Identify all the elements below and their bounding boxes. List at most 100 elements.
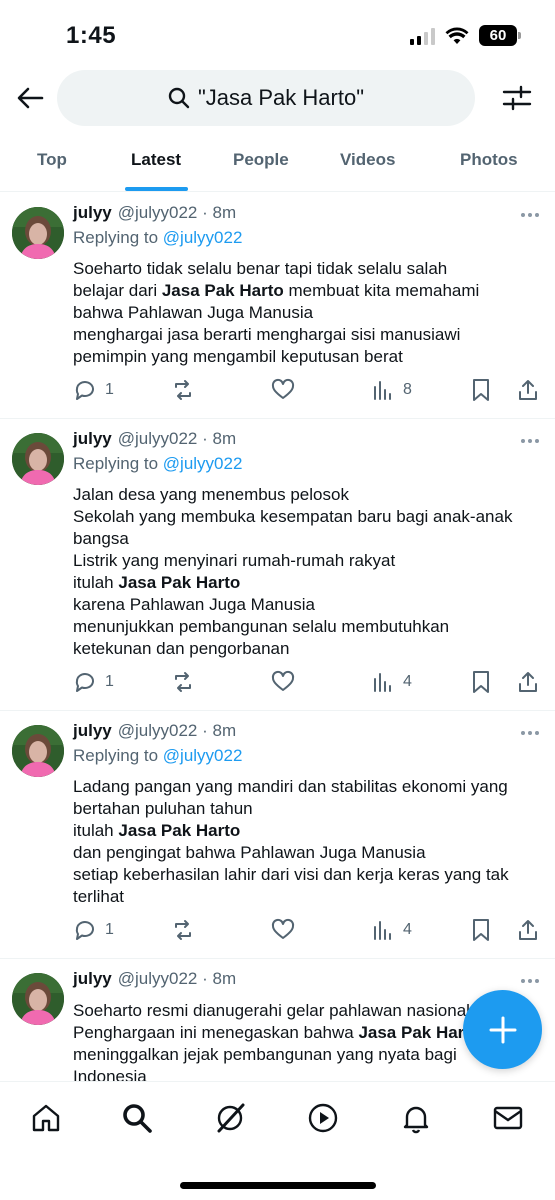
avatar[interactable] bbox=[12, 725, 64, 777]
views-button[interactable]: 8 bbox=[371, 378, 412, 402]
signal-icon bbox=[410, 27, 435, 45]
filter-button[interactable] bbox=[501, 82, 533, 114]
share-icon bbox=[519, 672, 537, 692]
replying-to-label: Replying to bbox=[73, 746, 163, 765]
tweet-text-line: bahwa Pahlawan Juga Manusia bbox=[73, 303, 314, 322]
more-options-icon[interactable] bbox=[521, 439, 539, 443]
tweet-header: julyy @julyy022 · 8m bbox=[73, 203, 236, 223]
avatar-image bbox=[12, 725, 64, 777]
nav-grok[interactable] bbox=[212, 1100, 248, 1136]
search-input[interactable]: "Jasa Pak Harto" bbox=[57, 70, 475, 126]
bookmark-icon bbox=[473, 379, 489, 401]
replying-to-handle[interactable]: @julyy022 bbox=[163, 746, 243, 765]
play-icon bbox=[308, 1103, 338, 1133]
tweet-actions: 18 bbox=[73, 378, 543, 406]
tweet-text-line: bertahan puluhan tahun bbox=[73, 799, 253, 818]
retweet-button[interactable] bbox=[171, 378, 195, 402]
status-bar: 1:45 60 bbox=[0, 0, 555, 70]
tweet-time: 8m bbox=[212, 203, 237, 222]
tweet-text-line: belajar dari Jasa Pak Harto membuat kita… bbox=[73, 281, 480, 300]
views-icon bbox=[374, 921, 391, 940]
retweet-button[interactable] bbox=[171, 670, 195, 694]
tab-top[interactable]: Top bbox=[37, 150, 67, 170]
more-options-icon[interactable] bbox=[521, 731, 539, 735]
nav-video[interactable] bbox=[305, 1100, 341, 1136]
tweet[interactable]: julyy @julyy022 · 8m Replying to @julyy022… bbox=[0, 419, 555, 711]
author-name[interactable]: julyy bbox=[73, 969, 112, 988]
back-button[interactable] bbox=[14, 82, 46, 114]
tweet-text-line: Ladang pangan yang mandiri dan stabilita… bbox=[73, 777, 508, 796]
author-handle[interactable]: @julyy022 bbox=[118, 429, 198, 448]
reply-button[interactable]: 1 bbox=[73, 378, 114, 402]
author-handle[interactable]: @julyy022 bbox=[118, 969, 198, 988]
replying-to-handle[interactable]: @julyy022 bbox=[163, 228, 243, 247]
share-button[interactable] bbox=[516, 378, 540, 402]
avatar[interactable] bbox=[12, 433, 64, 485]
highlighted-term: Jasa Pak Harto bbox=[358, 1023, 481, 1042]
like-button[interactable] bbox=[271, 918, 295, 942]
tweet-text-line: Soeharto tidak selalu benar tapi tidak s… bbox=[73, 259, 448, 278]
views-button[interactable]: 4 bbox=[371, 918, 412, 942]
tweet-text-line: ketekunan dan pengorbanan bbox=[73, 639, 290, 658]
reply-icon bbox=[75, 673, 94, 692]
nav-home[interactable] bbox=[28, 1100, 64, 1136]
reply-button[interactable]: 1 bbox=[73, 670, 114, 694]
author-handle[interactable]: @julyy022 bbox=[118, 203, 198, 222]
more-options-icon[interactable] bbox=[521, 213, 539, 217]
author-name[interactable]: julyy bbox=[73, 429, 112, 448]
share-button[interactable] bbox=[516, 918, 540, 942]
avatar[interactable] bbox=[12, 973, 64, 1025]
tab-latest[interactable]: Latest bbox=[131, 150, 181, 170]
status-icons: 60 bbox=[410, 25, 521, 46]
tweet-time: 8m bbox=[212, 721, 237, 740]
bookmark-button[interactable] bbox=[469, 378, 493, 402]
reply-button[interactable]: 1 bbox=[73, 918, 114, 942]
tweet-text-line: menunjukkan pembangunan selalu membutuhk… bbox=[73, 617, 450, 636]
nav-explore[interactable] bbox=[119, 1100, 155, 1136]
avatar[interactable] bbox=[12, 207, 64, 259]
tab-photos[interactable]: Photos bbox=[460, 150, 518, 170]
author-name[interactable]: julyy bbox=[73, 203, 112, 222]
tab-videos[interactable]: Videos bbox=[340, 150, 395, 170]
replying-to-label: Replying to bbox=[73, 228, 163, 247]
author-name[interactable]: julyy bbox=[73, 721, 112, 740]
separator-dot: · bbox=[197, 969, 213, 988]
replying-to-label: Replying to bbox=[73, 454, 163, 473]
views-count: 8 bbox=[403, 381, 412, 398]
like-button[interactable] bbox=[271, 378, 295, 402]
share-button[interactable] bbox=[516, 670, 540, 694]
active-tab-indicator bbox=[125, 187, 188, 191]
search-header: "Jasa Pak Harto" bbox=[0, 70, 555, 128]
tweet-text-line: itulah Jasa Pak Harto bbox=[73, 821, 241, 840]
replying-to: Replying to @julyy022 bbox=[73, 228, 242, 248]
share-icon bbox=[519, 380, 537, 400]
retweet-button[interactable] bbox=[171, 918, 195, 942]
reply-count: 1 bbox=[105, 921, 114, 938]
wifi-icon bbox=[445, 27, 469, 44]
nav-messages[interactable] bbox=[490, 1100, 526, 1136]
replying-to: Replying to @julyy022 bbox=[73, 746, 242, 766]
tweet-text-line: karena Pahlawan Juga Manusia bbox=[73, 595, 315, 614]
tweet-time: 8m bbox=[212, 969, 237, 988]
views-count: 4 bbox=[403, 673, 412, 690]
avatar-image bbox=[12, 433, 64, 485]
tweet-text: Jalan desa yang menembus pelosok Sekolah … bbox=[73, 484, 543, 660]
compose-button[interactable] bbox=[463, 990, 542, 1069]
views-button[interactable]: 4 bbox=[371, 670, 412, 694]
nav-notifications[interactable] bbox=[398, 1100, 434, 1136]
author-handle[interactable]: @julyy022 bbox=[118, 721, 198, 740]
mail-icon bbox=[493, 1106, 523, 1130]
replying-to-handle[interactable]: @julyy022 bbox=[163, 454, 243, 473]
bookmark-button[interactable] bbox=[469, 670, 493, 694]
tab-people[interactable]: People bbox=[233, 150, 289, 170]
tweet-header: julyy @julyy022 · 8m bbox=[73, 429, 236, 449]
search-tabs: Top Latest People Videos Photos bbox=[0, 140, 555, 192]
tweet[interactable]: julyy @julyy022 · 8m Replying to @julyy022… bbox=[0, 193, 555, 419]
tweet[interactable]: julyy @julyy022 · 8m Replying to @julyy022… bbox=[0, 711, 555, 959]
tweet-text-line: setiap keberhasilan lahir dari visi dan … bbox=[73, 865, 509, 884]
bookmark-button[interactable] bbox=[469, 918, 493, 942]
separator-dot: · bbox=[197, 203, 213, 222]
filter-sliders-icon bbox=[502, 85, 532, 111]
more-options-icon[interactable] bbox=[521, 979, 539, 983]
like-button[interactable] bbox=[271, 670, 295, 694]
